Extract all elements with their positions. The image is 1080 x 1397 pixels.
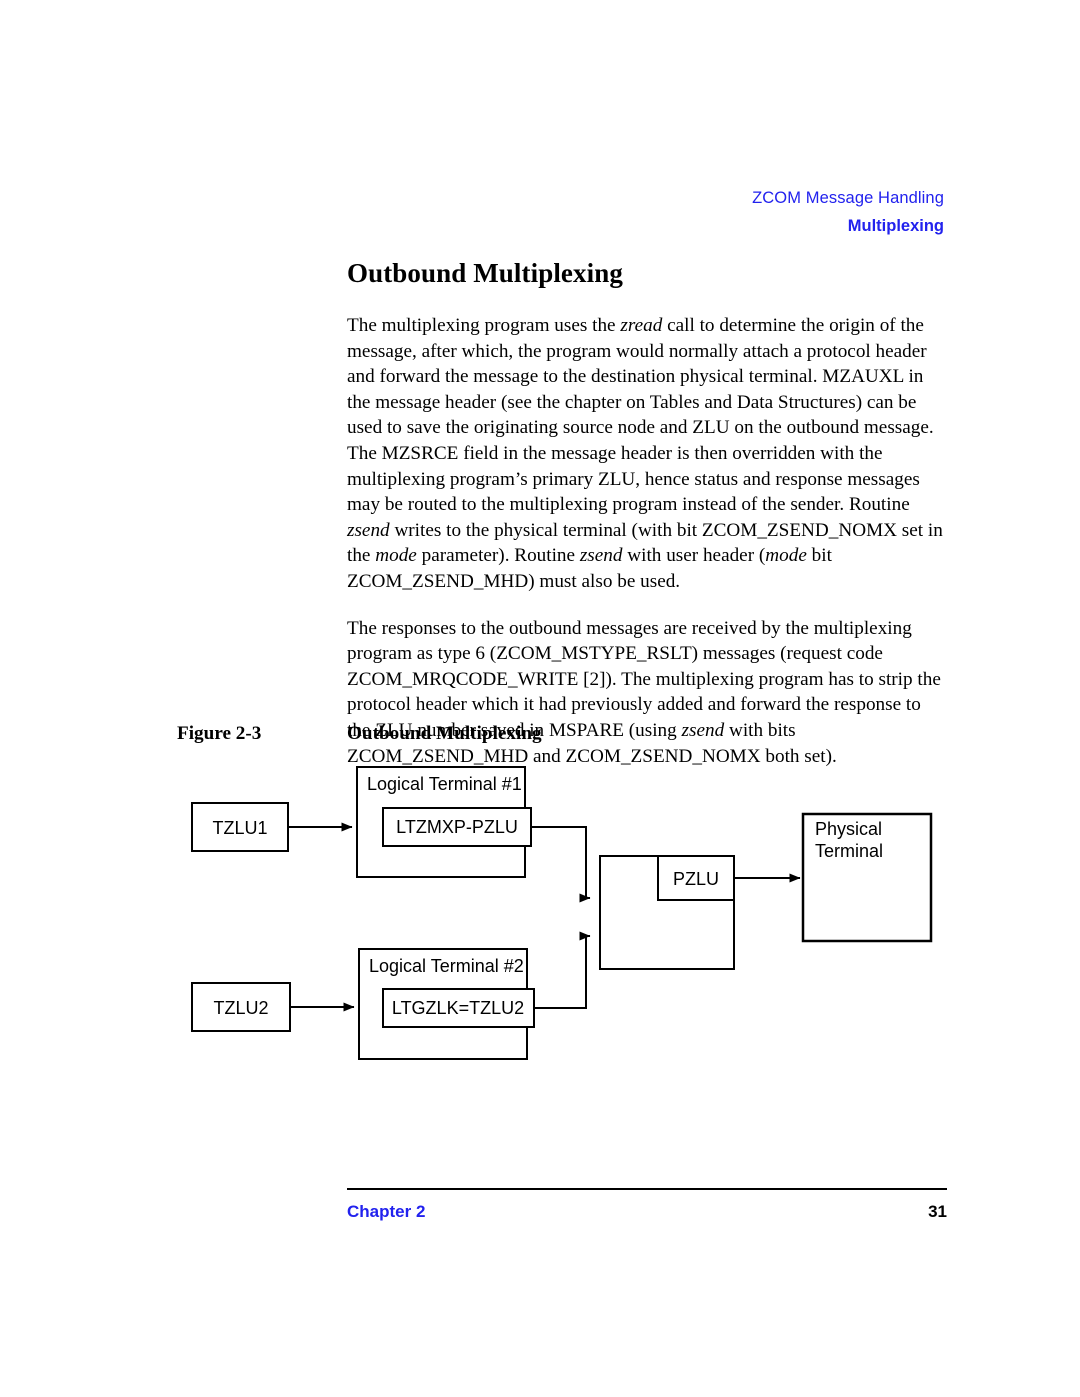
node-physical-terminal-label-line1: Physical — [815, 819, 882, 839]
node-tzlu1-label: TZLU1 — [212, 818, 267, 838]
figure-number: Figure 2-3 — [177, 723, 262, 744]
footer-divider — [347, 1188, 947, 1190]
figure-title: Outbound Multiplexing — [347, 723, 542, 744]
figure-diagram-outbound-multiplexing: TZLU1 Logical Terminal #1 LTZMXP-PZLU TZ… — [0, 752, 1080, 1082]
figure-caption: Figure 2-3 Outbound Multiplexing — [177, 723, 957, 745]
running-header-book-title: ZCOM Message Handling — [752, 189, 944, 207]
node-tzlu2-label: TZLU2 — [213, 998, 268, 1018]
paragraph-1-emphasis-mode-2: mode — [765, 545, 807, 567]
page-title: Outbound Multiplexing — [347, 258, 623, 288]
node-logical-terminal-2-label: Logical Terminal #2 — [369, 956, 524, 976]
footer-page-number: 31 — [928, 1202, 947, 1221]
running-header: ZCOM Message Handling Multiplexing — [0, 186, 944, 239]
paragraph-1-emphasis-zread: zread — [620, 315, 663, 337]
node-ltgzlk-tzlu2-label: LTGZLK=TZLU2 — [392, 998, 524, 1018]
paragraph-1-emphasis-zsend-2: zsend — [579, 545, 623, 567]
paragraph-1-part-4: parameter). Routine — [416, 545, 580, 567]
node-logical-terminal-2: Logical Terminal #2 LTGZLK=TZLU2 — [358, 948, 535, 1060]
node-ltzmxp-pzlu-label: LTZMXP-PZLU — [396, 817, 518, 837]
running-header-section-title: Multiplexing — [847, 216, 944, 235]
content-column: Outbound Multiplexing The multiplexing p… — [347, 258, 947, 769]
node-logical-terminal-1-label: Logical Terminal #1 — [367, 774, 522, 794]
paragraph-2: The responses to the outbound messages a… — [347, 616, 947, 770]
connector-lt1-to-pzlu — [531, 826, 591, 903]
connector-lt2-to-pzlu — [534, 931, 591, 1009]
node-pzlu-container: PZLU — [599, 855, 735, 970]
paragraph-1-part-1: The multiplexing program uses the — [347, 315, 621, 337]
node-physical-terminal: Physical Terminal — [801, 812, 933, 943]
paragraph-1-emphasis-zsend-1: zsend — [347, 519, 390, 541]
node-physical-terminal-label-line2: Terminal — [815, 841, 883, 861]
page-footer: Chapter 2 31 — [347, 1202, 947, 1222]
paragraph-1-part-2: call to determine the origin of the mess… — [347, 315, 934, 516]
paragraph-1-part-5: with user header ( — [622, 545, 766, 567]
footer-chapter-label: Chapter 2 — [347, 1202, 426, 1221]
node-logical-terminal-1: Logical Terminal #1 LTZMXP-PZLU — [356, 766, 532, 878]
node-pzlu-label: PZLU — [673, 869, 719, 889]
node-tzlu2: TZLU2 — [191, 982, 291, 1032]
paragraph-1-emphasis-mode-1: mode — [375, 545, 417, 567]
paragraph-1: The multiplexing program uses the zread … — [347, 313, 947, 595]
node-tzlu1: TZLU1 — [191, 802, 289, 852]
